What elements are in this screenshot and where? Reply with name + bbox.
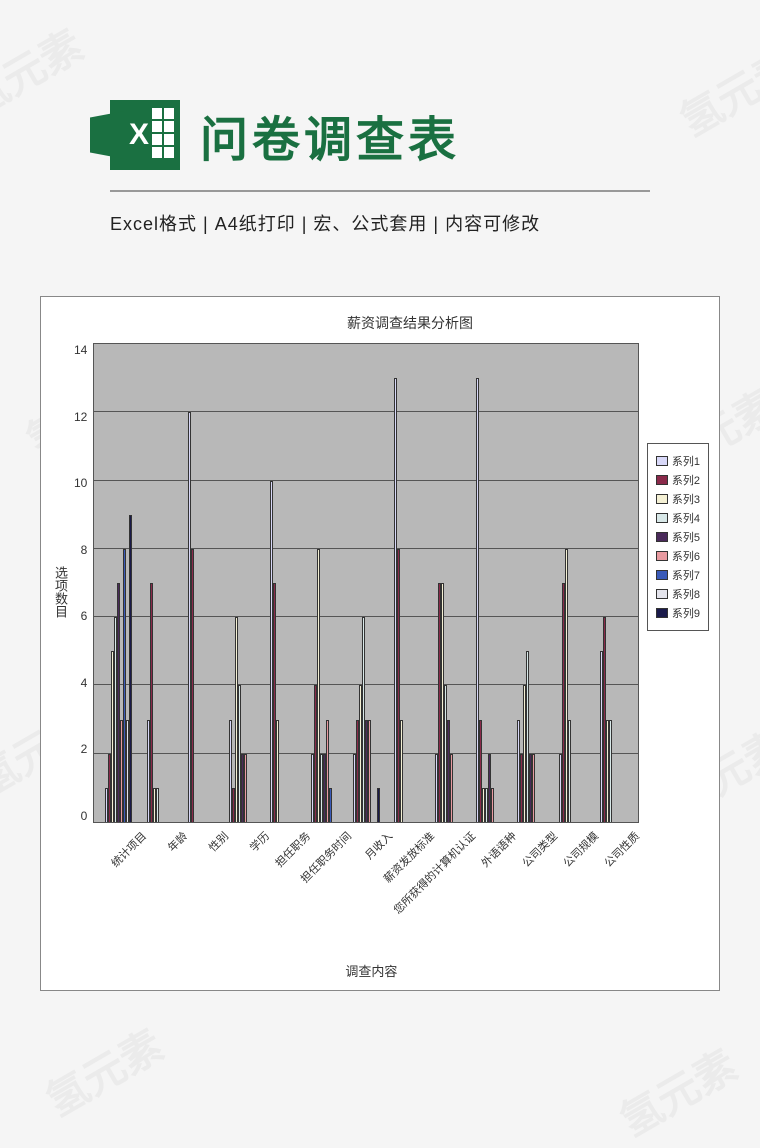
legend-swatch xyxy=(656,608,668,618)
bar xyxy=(156,788,159,822)
legend-swatch xyxy=(656,475,668,485)
bar xyxy=(491,788,494,822)
bar-group xyxy=(263,344,304,822)
bar-group xyxy=(345,344,386,822)
bar xyxy=(450,754,453,822)
chart-title: 薪资调查结果分析图 xyxy=(111,313,709,333)
legend-item: 系列2 xyxy=(656,472,700,488)
bar xyxy=(276,720,279,822)
legend-swatch xyxy=(656,551,668,561)
legend-item: 系列7 xyxy=(656,567,700,583)
bar xyxy=(532,754,535,822)
x-tick: 公司性质 xyxy=(616,831,708,923)
legend-label: 系列4 xyxy=(672,510,700,526)
legend-item: 系列3 xyxy=(656,491,700,507)
bar xyxy=(129,515,132,822)
bar xyxy=(400,720,403,822)
legend-label: 系列2 xyxy=(672,472,700,488)
bar xyxy=(609,720,612,822)
legend-item: 系列6 xyxy=(656,548,700,564)
legend-swatch xyxy=(656,532,668,542)
chart-x-axis: 统计项目年龄性别学历担任职务担任职务时间月收入薪资发放标准您所获得的计算机认证外… xyxy=(104,823,639,951)
legend-swatch xyxy=(656,589,668,599)
legend-label: 系列6 xyxy=(672,548,700,564)
bar-group xyxy=(387,344,428,822)
y-tick: 4 xyxy=(81,676,88,690)
header: X 问卷调查表 xyxy=(0,0,760,190)
bar xyxy=(329,788,332,822)
bar-group xyxy=(428,344,469,822)
bar xyxy=(191,549,194,822)
bar xyxy=(568,720,571,822)
bar-group xyxy=(222,344,263,822)
bar xyxy=(150,583,153,822)
y-tick: 12 xyxy=(74,410,87,424)
legend-label: 系列3 xyxy=(672,491,700,507)
y-tick: 0 xyxy=(81,809,88,823)
legend-swatch xyxy=(656,456,668,466)
legend-label: 系列9 xyxy=(672,605,700,621)
page-title: 问卷调查表 xyxy=(200,100,460,170)
chart-legend: 系列1 系列2 系列3 系列4 系列5 系列6 系列7 系列8 系列9 xyxy=(647,443,709,631)
bar-group xyxy=(304,344,345,822)
header-divider xyxy=(110,190,650,192)
legend-swatch xyxy=(656,570,668,580)
y-tick: 2 xyxy=(81,742,88,756)
watermark: 氢元素 xyxy=(607,1033,747,1148)
chart-ylabel: 选项数目 xyxy=(51,566,70,758)
chart-plot-area xyxy=(93,343,639,823)
watermark: 氢元素 xyxy=(33,1013,173,1129)
bar-group xyxy=(140,344,181,822)
bar-group xyxy=(181,344,222,822)
legend-swatch xyxy=(656,513,668,523)
excel-icon: X xyxy=(110,100,180,170)
legend-label: 系列5 xyxy=(672,529,700,545)
legend-item: 系列9 xyxy=(656,605,700,621)
bar xyxy=(377,788,380,822)
legend-label: 系列8 xyxy=(672,586,700,602)
chart-container: 薪资调查结果分析图 选项数目 14 12 10 8 6 4 2 0 统计项目年龄性别学历担任职… xyxy=(40,296,720,991)
bar-group xyxy=(593,344,634,822)
page-subtitle: Excel格式 | A4纸打印 | 宏、公式套用 | 内容可修改 xyxy=(0,210,760,236)
chart-y-axis: 14 12 10 8 6 4 2 0 xyxy=(74,343,93,823)
bar-group xyxy=(469,344,510,822)
legend-item: 系列1 xyxy=(656,453,700,469)
legend-item: 系列4 xyxy=(656,510,700,526)
legend-swatch xyxy=(656,494,668,504)
y-tick: 8 xyxy=(81,543,88,557)
y-tick: 14 xyxy=(74,343,87,357)
bar xyxy=(244,754,247,822)
legend-label: 系列1 xyxy=(672,453,700,469)
bar-group xyxy=(98,344,139,822)
legend-item: 系列8 xyxy=(656,586,700,602)
bar-group xyxy=(510,344,551,822)
chart-xlabel: 调查内容 xyxy=(104,961,639,980)
legend-item: 系列5 xyxy=(656,529,700,545)
y-tick: 10 xyxy=(74,476,87,490)
excel-icon-letter: X xyxy=(129,118,149,152)
bar-group xyxy=(551,344,592,822)
bar xyxy=(368,720,371,822)
y-tick: 6 xyxy=(81,609,88,623)
legend-label: 系列7 xyxy=(672,567,700,583)
